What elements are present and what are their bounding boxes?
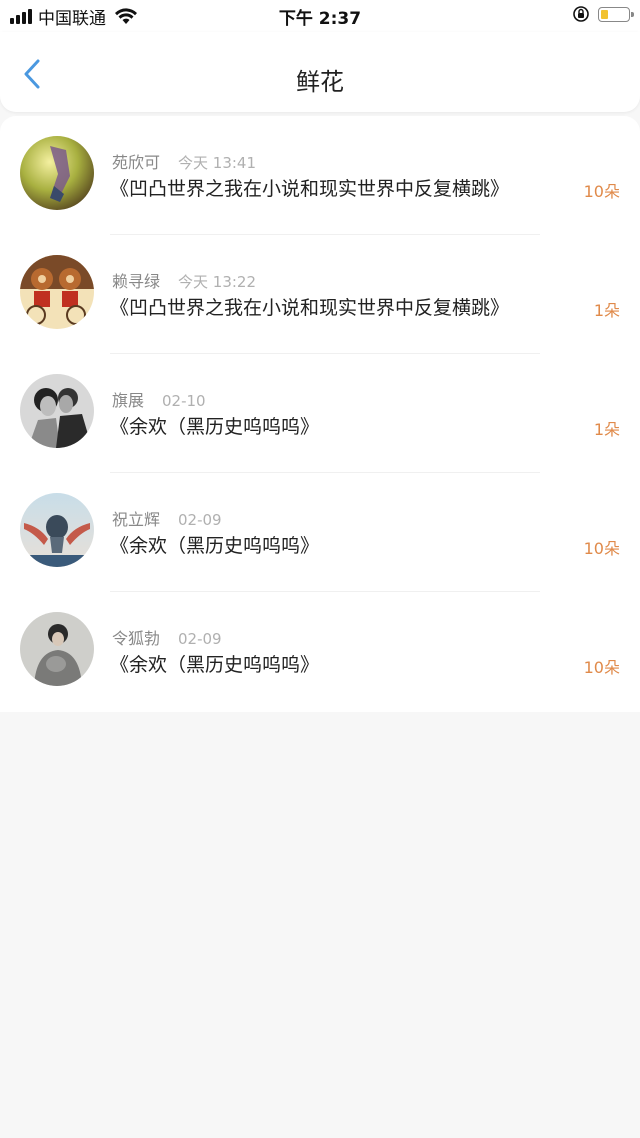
list-item[interactable]: 旗展 02-10 《余欢（黑历史呜呜呜》 1朵: [0, 354, 640, 473]
status-time: 下午 2:37: [278, 9, 362, 29]
status-bar: 中国联通 下午 2:37: [0, 0, 640, 32]
book-title: 《余欢（黑历史呜呜呜》: [110, 654, 320, 676]
battery-icon: [598, 6, 634, 22]
book-title: 《凹凸世界之我在小说和现实世界中反复横跳》: [110, 297, 510, 319]
timestamp: 02-10: [162, 392, 206, 410]
book-title: 《凹凸世界之我在小说和现实世界中反复横跳》: [110, 178, 510, 200]
nav-bar: 鲜花: [0, 32, 640, 112]
avatar[interactable]: [20, 255, 94, 329]
item-meta: 祝立辉 02-09: [112, 506, 222, 530]
list-item[interactable]: 令狐勃 02-09 《余欢（黑历史呜呜呜》 10朵: [0, 592, 640, 711]
page-title: 鲜花: [296, 68, 344, 96]
avatar[interactable]: [20, 374, 94, 448]
flower-count: 1朵: [593, 301, 620, 320]
rotation-lock-icon: [573, 6, 589, 22]
list-item[interactable]: 赖寻绿 今天 13:22 《凹凸世界之我在小说和现实世界中反复横跳》 1朵: [0, 235, 640, 354]
list-item[interactable]: 苑欣可 今天 13:41 《凹凸世界之我在小说和现实世界中反复横跳》 10朵: [0, 116, 640, 235]
list-item[interactable]: 祝立辉 02-09 《余欢（黑历史呜呜呜》 10朵: [0, 473, 640, 592]
item-meta: 旗展 02-10: [112, 387, 206, 411]
avatar[interactable]: [20, 136, 94, 210]
timestamp: 02-09: [178, 511, 222, 529]
item-meta: 赖寻绿 今天 13:22: [112, 268, 256, 292]
flower-count: 10朵: [583, 539, 620, 558]
sender-name: 令狐勃: [112, 629, 161, 648]
item-meta: 令狐勃 02-09: [112, 625, 222, 649]
sender-name: 苑欣可: [112, 153, 161, 172]
book-title: 《余欢（黑历史呜呜呜》: [110, 416, 320, 438]
avatar[interactable]: [20, 493, 94, 567]
sender-name: 旗展: [112, 391, 145, 410]
timestamp: 今天 13:22: [178, 273, 257, 291]
flower-count: 1朵: [593, 420, 620, 439]
timestamp: 02-09: [178, 630, 222, 648]
flower-count: 10朵: [583, 658, 620, 677]
status-right: [572, 5, 634, 23]
book-title: 《余欢（黑历史呜呜呜》: [110, 535, 320, 557]
flower-count: 10朵: [583, 182, 620, 201]
timestamp: 今天 13:41: [178, 154, 257, 172]
sender-name: 祝立辉: [112, 510, 161, 529]
item-meta: 苑欣可 今天 13:41: [112, 149, 256, 173]
sender-name: 赖寻绿: [112, 272, 161, 291]
avatar[interactable]: [20, 612, 94, 686]
flower-list: 苑欣可 今天 13:41 《凹凸世界之我在小说和现实世界中反复横跳》 10朵 赖…: [0, 116, 640, 712]
